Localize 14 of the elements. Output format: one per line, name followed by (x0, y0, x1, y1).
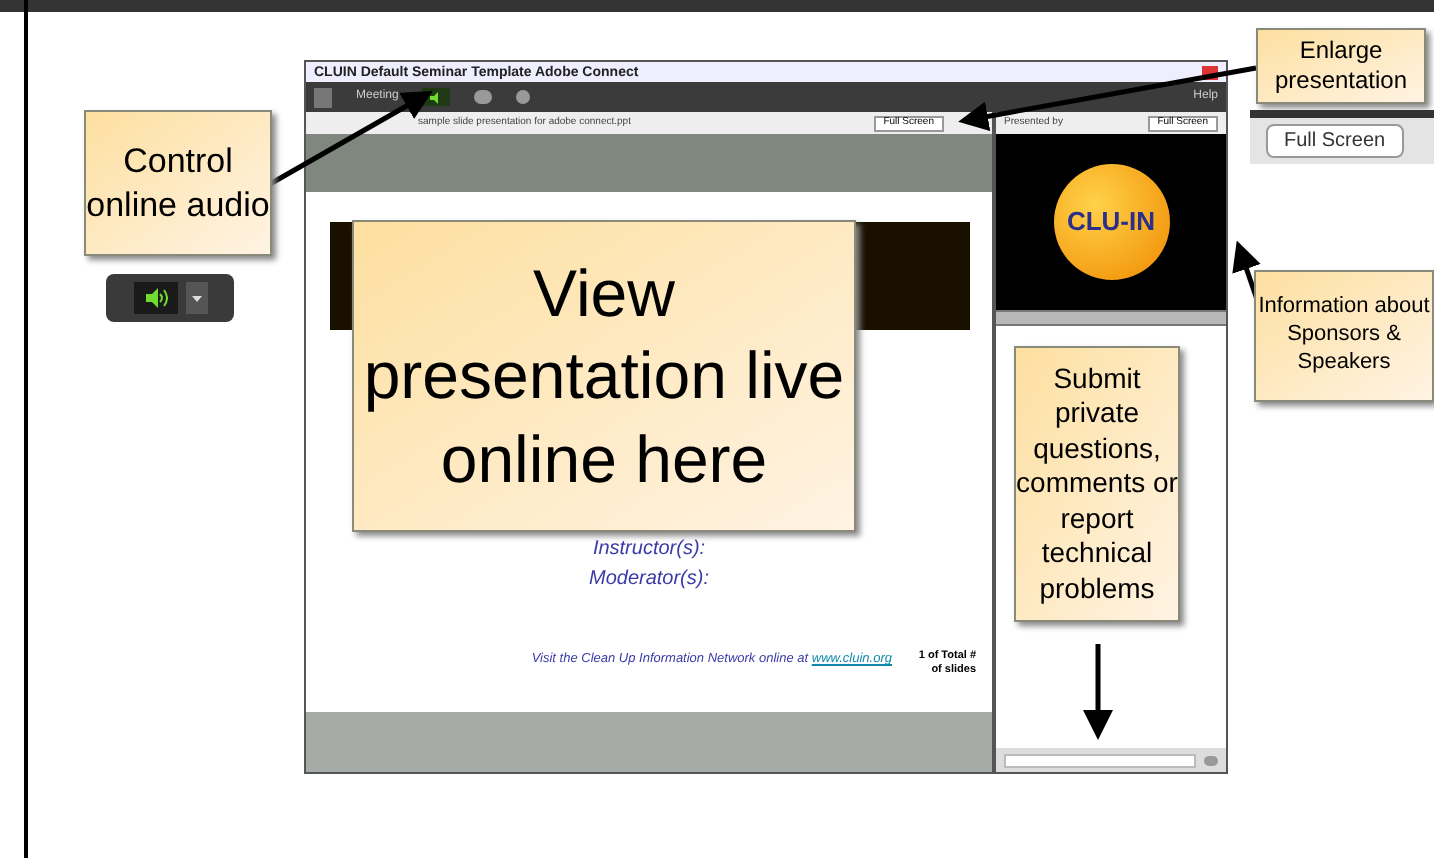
callout-box: Submit private questions, comments or report technical problems (1014, 346, 1180, 622)
slide-text: Instructor(s): (592, 536, 706, 564)
callout-box: Enlarge presentation (1256, 28, 1426, 104)
chat-input-field[interactable] (1004, 753, 1196, 767)
logo-text: CLU-IN (1066, 204, 1156, 241)
dropdown-caret-icon[interactable] (185, 282, 207, 314)
speaker-icon[interactable] (133, 282, 177, 314)
slide-text: Moderator(s): (588, 566, 709, 594)
full-screen-button[interactable]: Full Screen (1266, 124, 1404, 158)
callout-box: View presentation live online here (352, 220, 856, 532)
app-logo-icon (314, 87, 332, 107)
callout-box: Information about Sponsors & Speakers (1254, 270, 1434, 402)
arrow (1083, 644, 1113, 740)
callout-box: Control online audio (84, 110, 272, 256)
